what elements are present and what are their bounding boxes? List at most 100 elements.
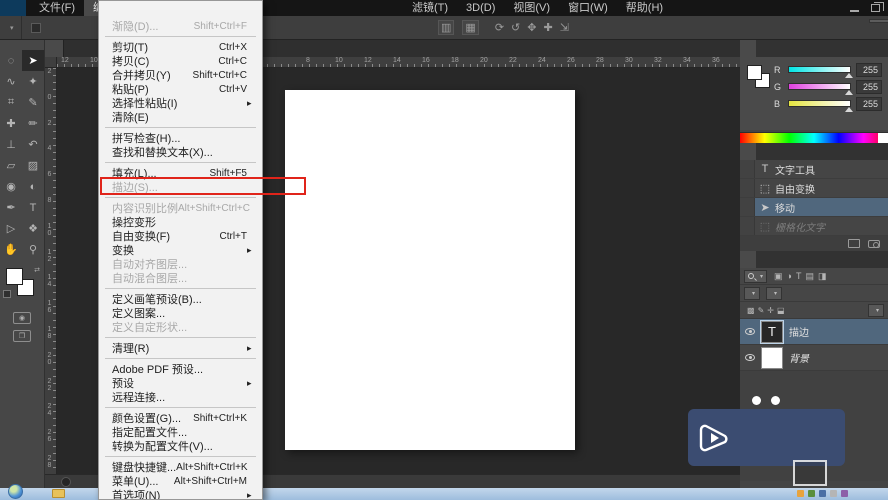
edit-menu-item[interactable]: 自由变换(F) Ctrl+T (99, 229, 262, 244)
edit-menu-item[interactable]: 填充(L)... Shift+F5 (99, 166, 262, 181)
filter-smart-icon[interactable]: ◨ (818, 271, 827, 282)
edit-menu-item[interactable]: 剪切(T) Ctrl+X (99, 40, 262, 55)
brush-tool[interactable]: ✏ (22, 113, 44, 134)
filter-type-select[interactable]: ▾ (744, 269, 768, 283)
edit-menu-item[interactable]: 指定配置文件... (99, 425, 262, 439)
document-tab[interactable] (45, 40, 64, 57)
edit-menu-item[interactable]: 合并拷贝(Y) Shift+Ctrl+C (99, 68, 262, 83)
fill-field[interactable]: ▾ (867, 303, 884, 317)
layer-visibility-eye-icon[interactable] (745, 354, 755, 361)
edit-menu-item[interactable]: 菜单(U)... Alt+Shift+Ctrl+M (99, 474, 262, 489)
tab-paths[interactable] (772, 251, 788, 268)
edit-menu-item[interactable]: 粘贴(P) Ctrl+V (99, 82, 262, 97)
zoom-tool[interactable]: ⚲ (22, 239, 44, 260)
minimize-icon[interactable] (850, 10, 859, 12)
menu-bar-item[interactable]: 滤镜(T) (403, 0, 457, 16)
foreground-color-swatch[interactable] (747, 65, 762, 80)
screen-mode-icon[interactable]: ❐ (13, 330, 31, 342)
channel-slider[interactable] (788, 100, 853, 112)
distribute-icon[interactable]: ▦ (462, 20, 479, 35)
edit-menu-item[interactable]: 操控变形 (99, 215, 262, 229)
history-source-checkbox[interactable] (740, 217, 755, 235)
blur-tool[interactable]: ◉ (0, 176, 22, 197)
magic-wand-tool[interactable]: ✦ (22, 71, 44, 92)
3d-slide-icon[interactable]: ✚ (543, 21, 552, 34)
channel-value-field[interactable]: 255 (856, 79, 882, 94)
menu-bar-item[interactable]: 窗口(W) (559, 0, 617, 16)
new-snapshot-icon[interactable] (868, 239, 880, 248)
edit-menu-item[interactable]: 变换 (99, 243, 262, 257)
history-state-row[interactable]: ⬚ 自由变换 (740, 179, 888, 198)
edit-menu-item[interactable]: 定义图案... (99, 306, 262, 320)
shape-tool[interactable]: ❖ (22, 218, 44, 239)
spectrum-white-chip[interactable] (878, 133, 888, 143)
tab-layers[interactable] (740, 251, 756, 268)
filter-adjustment-icon[interactable]: ◑ (787, 271, 792, 282)
3d-rotate-icon[interactable]: ⟳ (495, 21, 504, 34)
channel-value-field[interactable]: 255 (856, 62, 882, 77)
edit-menu-item[interactable]: 查找和替换文本(X)... (99, 145, 262, 159)
tab-color[interactable] (740, 40, 756, 57)
eraser-tool[interactable]: ▱ (0, 155, 22, 176)
layer-visibility-eye-icon[interactable] (745, 328, 755, 335)
edit-menu-item[interactable]: 键盘快捷键... Alt+Shift+Ctrl+K (99, 460, 262, 475)
背景[interactable]: 背景 (740, 345, 888, 371)
lasso-tool[interactable]: ∿ (0, 71, 22, 92)
edit-menu-item[interactable]: 自动混合图层... (99, 271, 262, 285)
edit-menu-item[interactable]: 定义画笔预设(B)... (99, 292, 262, 306)
restore-icon[interactable] (871, 2, 884, 12)
ruler-origin[interactable] (45, 57, 57, 68)
menu-bar-item[interactable]: 帮助(H) (617, 0, 672, 16)
type-tool[interactable]: T (22, 197, 44, 218)
history-state-row[interactable]: T 文字工具 (740, 160, 888, 179)
healing-brush-tool[interactable]: ✚ (0, 113, 22, 134)
edit-menu-item[interactable]: 清除(E) (99, 110, 262, 124)
gradient-tool[interactable]: ▨ (22, 155, 44, 176)
align-icon[interactable]: ▥ (438, 20, 455, 35)
path-select-tool[interactable]: ▷ (0, 218, 22, 239)
edit-menu-item[interactable]: 拼写检查(H)... (99, 131, 262, 145)
edit-menu-item[interactable]: 描边(S)... (99, 180, 262, 194)
history-source-checkbox[interactable] (740, 179, 755, 197)
edit-menu-item[interactable]: 自动对齐图层... (99, 257, 262, 271)
edit-menu-item[interactable]: 渐隐(D)... Shift+Ctrl+F (99, 19, 262, 34)
edit-menu-item[interactable]: 定义自定形状... (99, 320, 262, 334)
new-document-from-state-icon[interactable] (848, 239, 860, 248)
canvas[interactable] (285, 90, 575, 450)
tab-actions[interactable] (756, 143, 772, 160)
edit-menu-item[interactable]: 远程连接... (99, 390, 262, 404)
layer-thumbnail[interactable] (761, 346, 783, 369)
filter-type-icon[interactable]: T (796, 271, 802, 282)
channel-value-field[interactable]: 255 (856, 96, 882, 111)
channel-slider[interactable] (788, 66, 853, 78)
tab-history[interactable] (740, 143, 756, 160)
dodge-tool[interactable]: ◐ (22, 176, 44, 197)
lock-transparency-icon[interactable]: ▩ (747, 306, 755, 315)
clone-stamp-tool[interactable]: ⊥ (0, 134, 22, 155)
filter-shape-icon[interactable]: ▤ (805, 271, 814, 282)
collapse-panel-icon[interactable] (0, 40, 44, 50)
auto-select-checkbox[interactable] (30, 22, 41, 33)
edit-menu-item[interactable]: 转换为配置文件(V)... (99, 439, 262, 453)
pen-tool[interactable]: ✒ (0, 197, 22, 218)
tool-preset-picker[interactable]: ▾ (0, 16, 22, 39)
opacity-field[interactable]: ▾ (766, 286, 783, 300)
swap-colors-icon[interactable]: ⇄ (34, 266, 40, 274)
history-source-checkbox[interactable] (740, 160, 755, 178)
status-info-icon[interactable] (61, 476, 71, 487)
layer-thumbnail[interactable]: T (760, 319, 784, 344)
eyedropper-tool[interactable]: ✎ (22, 92, 44, 113)
marquee-tool[interactable]: ◌ (0, 50, 22, 71)
blend-mode-select[interactable]: ▾ (744, 286, 761, 300)
lock-position-icon[interactable]: ✛ (767, 306, 774, 315)
3d-pan-icon[interactable]: ✥ (527, 21, 536, 34)
tray-icon[interactable] (830, 490, 837, 497)
quick-mask-icon[interactable]: ◉ (13, 312, 31, 324)
edit-menu-item[interactable]: 颜色设置(G)... Shift+Ctrl+K (99, 411, 262, 426)
crop-tool[interactable]: ⌗ (0, 92, 22, 113)
edit-menu-item[interactable]: Adobe PDF 预设... (99, 362, 262, 376)
edit-menu-item[interactable]: 首选项(N) (99, 488, 262, 499)
start-button-icon[interactable] (8, 484, 23, 499)
color-spectrum-bar[interactable] (740, 132, 888, 143)
menu-bar-item[interactable]: 文件(F) (30, 0, 84, 16)
